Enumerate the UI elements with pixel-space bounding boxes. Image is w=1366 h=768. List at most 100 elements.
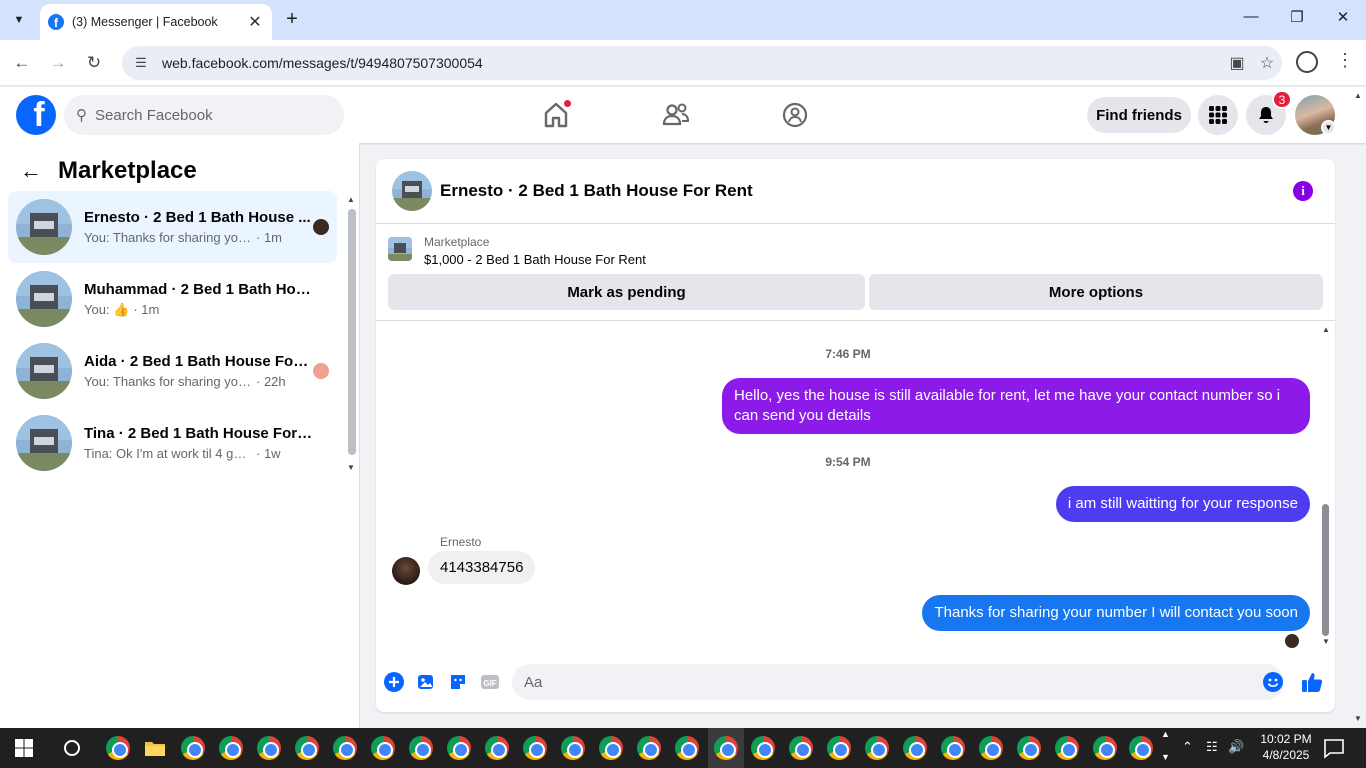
tray-overflow-chevron-icon[interactable]: ⌃	[1182, 739, 1193, 755]
chrome-icon[interactable]	[979, 736, 1003, 760]
conversation-item[interactable]: Aida · 2 Bed 1 Bath House For ... You: T…	[8, 335, 337, 407]
clock-time: 10:02 PM	[1260, 732, 1312, 746]
find-friends-button[interactable]: Find friends	[1087, 97, 1191, 133]
network-icon[interactable]: ☷	[1206, 739, 1218, 755]
chrome-icon[interactable]	[561, 736, 585, 760]
windows-start-icon[interactable]	[12, 736, 36, 760]
chrome-icon[interactable]	[675, 736, 699, 760]
like-thumb-icon[interactable]	[1301, 671, 1323, 693]
browser-menu-icon[interactable]: ⋮	[1336, 50, 1354, 71]
listing-avatar[interactable]	[392, 171, 432, 211]
emoji-icon[interactable]	[1262, 671, 1284, 693]
chrome-icon[interactable]	[599, 736, 623, 760]
gif-icon[interactable]: GIF	[479, 671, 501, 693]
chrome-icon[interactable]	[1055, 736, 1079, 760]
page-scroll-down-icon[interactable]: ▼	[1354, 714, 1362, 723]
chrome-icon[interactable]	[1017, 736, 1041, 760]
back-arrow-icon[interactable]: ←	[10, 51, 34, 75]
chat-scroll-down-icon[interactable]: ▼	[1322, 637, 1330, 646]
chrome-icon[interactable]	[941, 736, 965, 760]
chrome-icon[interactable]	[751, 736, 775, 760]
message-input[interactable]	[524, 673, 1224, 691]
chrome-icon[interactable]	[447, 736, 471, 760]
chrome-icon[interactable]	[295, 736, 319, 760]
listing-small-thumbnail[interactable]	[388, 237, 412, 261]
volume-icon[interactable]: 🔊	[1228, 739, 1244, 755]
chrome-icon[interactable]	[523, 736, 547, 760]
file-explorer-icon[interactable]	[143, 736, 167, 760]
chrome-icon[interactable]	[181, 736, 205, 760]
facebook-search-input[interactable]	[95, 106, 315, 124]
conversation-item[interactable]: Muhammad · 2 Bed 1 Bath Hous... You: 👍 · …	[8, 263, 337, 335]
chrome-icon[interactable]	[789, 736, 813, 760]
chat-scroll-up-icon[interactable]: ▲	[1322, 325, 1330, 334]
chrome-icon[interactable]	[1093, 736, 1117, 760]
conversation-list-scrollbar[interactable]	[348, 209, 356, 455]
sender-avatar[interactable]	[392, 557, 420, 585]
outgoing-message[interactable]: Thanks for sharing your number I will co…	[922, 595, 1310, 631]
chat-title[interactable]: Ernesto · 2 Bed 1 Bath House For Rent	[440, 181, 753, 201]
chrome-icon[interactable]	[865, 736, 889, 760]
chrome-icon[interactable]	[485, 736, 509, 760]
browser-tab-bar: ▼ f (3) Messenger | Facebook ✕ + — ❐ ✕	[0, 0, 1366, 40]
chrome-icon[interactable]	[257, 736, 281, 760]
chrome-icon[interactable]	[903, 736, 927, 760]
site-info-icon[interactable]: ☰	[126, 55, 156, 71]
bookmark-star-icon[interactable]: ☆	[1252, 53, 1282, 73]
chrome-icon[interactable]	[1129, 736, 1153, 760]
scroll-up-arrow-icon[interactable]: ▲	[347, 195, 355, 204]
chrome-icon[interactable]	[714, 736, 738, 760]
chrome-icon[interactable]	[409, 736, 433, 760]
chrome-icon[interactable]	[333, 736, 357, 760]
chat-header: Ernesto · 2 Bed 1 Bath House For Rent i	[376, 159, 1335, 224]
mark-as-pending-button[interactable]: Mark as pending	[388, 274, 865, 310]
outgoing-message[interactable]: Hello, yes the house is still available …	[722, 378, 1310, 434]
outgoing-message[interactable]: i am still waitting for your response	[1055, 486, 1310, 522]
more-options-button[interactable]: More options	[869, 274, 1323, 310]
reload-icon[interactable]: ↻	[82, 51, 106, 75]
minimize-icon[interactable]: —	[1236, 8, 1266, 25]
taskbar-scroll-up-icon[interactable]: ▲	[1161, 729, 1170, 739]
listing-price[interactable]: $1,000 - 2 Bed 1 Bath House For Rent	[424, 252, 646, 267]
install-app-icon[interactable]: ▣	[1222, 53, 1252, 73]
listing-label: Marketplace	[424, 235, 490, 249]
facebook-logo-icon[interactable]: f	[16, 95, 56, 135]
browser-tab[interactable]: f (3) Messenger | Facebook ✕	[40, 4, 272, 40]
facebook-search-box[interactable]: ⚲	[64, 95, 344, 135]
page-scroll-up-icon[interactable]: ▲	[1354, 91, 1362, 100]
window-close-icon[interactable]: ✕	[1328, 8, 1358, 26]
scroll-down-arrow-icon[interactable]: ▼	[347, 463, 355, 472]
chevron-down-icon[interactable]: ▼	[1321, 120, 1336, 135]
clock-date: 4/8/2025	[1262, 748, 1310, 762]
friends-icon[interactable]	[660, 99, 692, 131]
chrome-icon[interactable]	[106, 736, 130, 760]
photo-icon[interactable]	[415, 671, 437, 693]
conversation-item[interactable]: Tina · 2 Bed 1 Bath House For Re... Tina…	[8, 407, 337, 479]
chrome-icon[interactable]	[827, 736, 851, 760]
taskbar-clock[interactable]: 10:02 PM 4/8/2025	[1256, 731, 1316, 763]
chrome-icon[interactable]	[371, 736, 395, 760]
taskbar-scroll-down-icon[interactable]: ▼	[1161, 752, 1170, 762]
url-text[interactable]: web.facebook.com/messages/t/949480750730…	[162, 55, 1222, 71]
forward-arrow-icon[interactable]: →	[46, 51, 70, 75]
address-bar[interactable]: ☰ web.facebook.com/messages/t/9494807507…	[122, 46, 1282, 80]
menu-grid-button[interactable]	[1198, 95, 1238, 135]
notification-center-icon[interactable]	[1322, 736, 1346, 760]
info-icon[interactable]: i	[1293, 181, 1313, 201]
sticker-icon[interactable]	[447, 671, 469, 693]
conversation-item[interactable]: Ernesto · 2 Bed 1 Bath House ... You: Th…	[8, 191, 337, 263]
incoming-message[interactable]: 4143384756	[428, 551, 536, 584]
chrome-icon[interactable]	[219, 736, 243, 760]
groups-icon[interactable]	[779, 99, 811, 131]
chrome-icon[interactable]	[637, 736, 661, 760]
search-circle-icon[interactable]	[60, 736, 84, 760]
new-tab-icon[interactable]: +	[282, 8, 302, 31]
back-arrow-icon[interactable]: ←	[20, 158, 42, 184]
message-input-box[interactable]	[512, 664, 1284, 700]
browser-profile-icon[interactable]	[1296, 51, 1318, 73]
tab-close-icon[interactable]: ✕	[246, 12, 264, 32]
chat-scrollbar[interactable]	[1322, 504, 1329, 636]
tab-search-chevron-icon[interactable]: ▼	[6, 8, 32, 32]
restore-icon[interactable]: ❐	[1282, 8, 1312, 26]
plus-circle-icon[interactable]	[383, 671, 405, 693]
